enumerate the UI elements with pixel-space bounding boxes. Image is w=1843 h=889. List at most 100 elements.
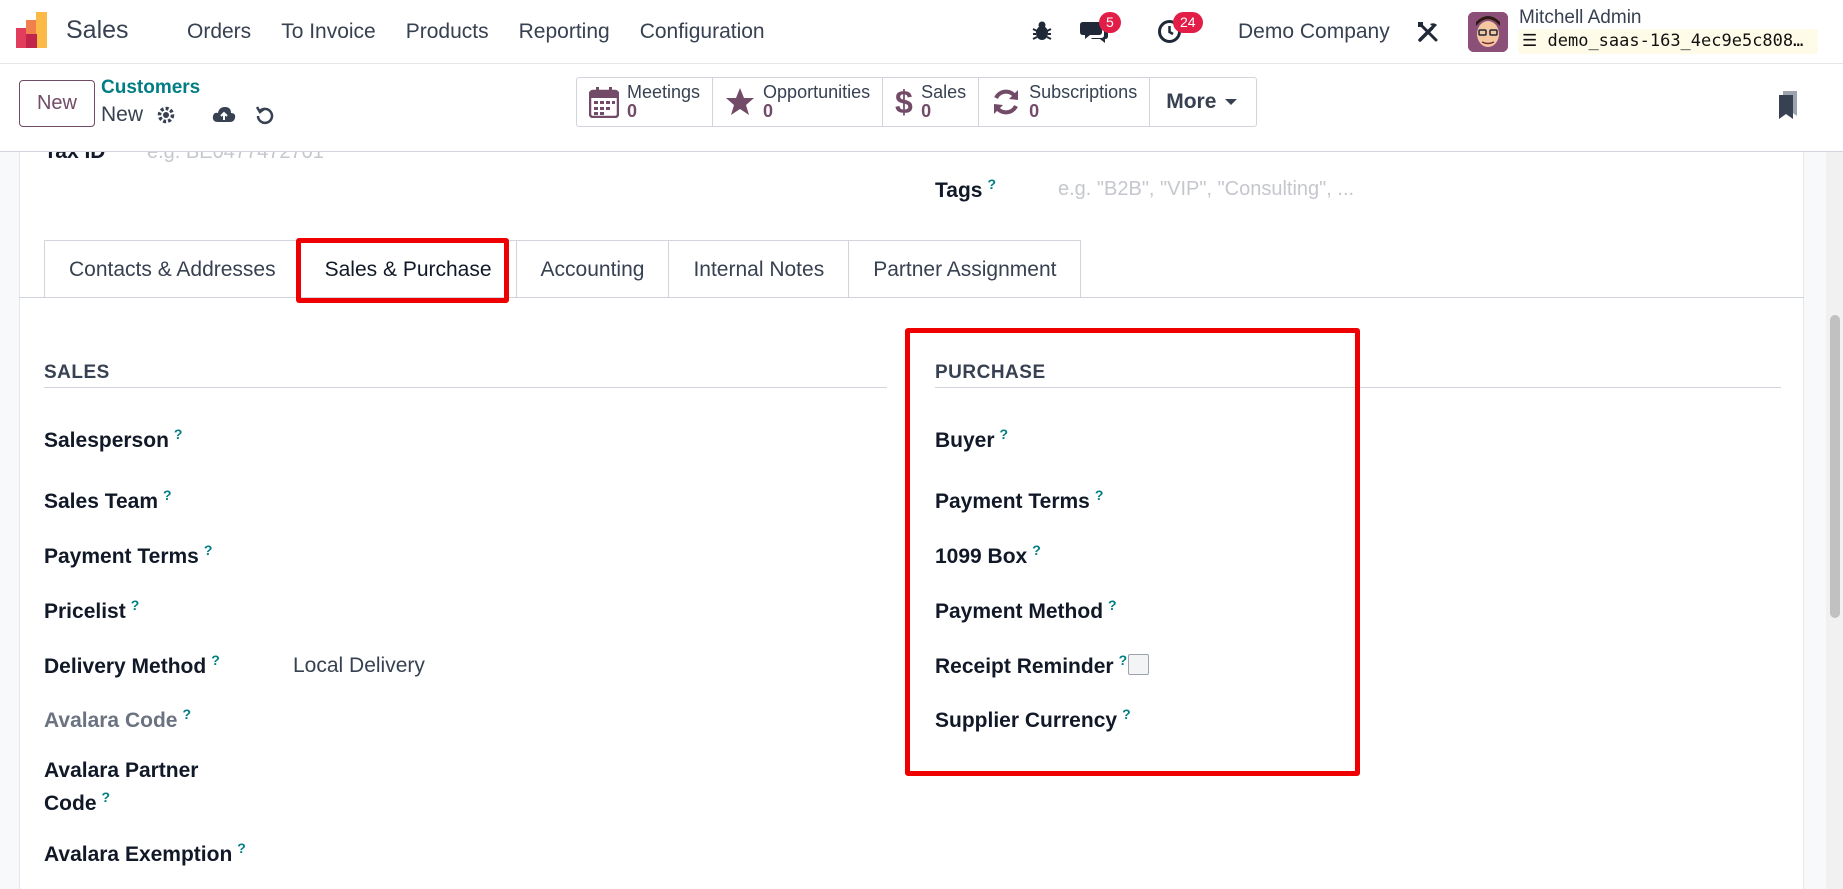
settings-tools-icon[interactable] — [1416, 20, 1440, 44]
breadcrumb-customers[interactable]: Customers — [101, 77, 200, 99]
field-avalara-code: Avalara Code? — [44, 706, 191, 733]
receipt-reminder-help-icon[interactable]: ? — [1119, 652, 1128, 668]
breadcrumb-current: New — [101, 103, 144, 126]
smart-label-subscriptions: Subscriptions — [1029, 82, 1138, 102]
tags-label: Tags? — [935, 176, 996, 203]
tax-id-input[interactable]: e.g. BE0477472701 — [147, 152, 324, 164]
smart-value-meetings: 0 — [627, 101, 638, 121]
field-1099-box[interactable]: 1099 Box? — [935, 542, 1041, 569]
avalara-exemption-help-icon[interactable]: ? — [237, 840, 246, 856]
smart-value-sales: 0 — [921, 101, 932, 121]
activities-badge: 24 — [1173, 12, 1203, 33]
tab-partner-assignment[interactable]: Partner Assignment — [848, 240, 1082, 298]
delivery-method-value[interactable]: Local Delivery — [293, 654, 425, 678]
app-name[interactable]: Sales — [66, 16, 129, 45]
field-buyer[interactable]: Buyer? — [935, 426, 1008, 453]
smart-value-opportunities: 0 — [763, 101, 774, 121]
tab-accounting[interactable]: Accounting — [515, 240, 670, 298]
new-record-button[interactable]: New — [19, 80, 95, 127]
box-1099-help-icon[interactable]: ? — [1032, 542, 1041, 558]
tab-sales-purchase[interactable]: Sales & Purchase — [299, 240, 517, 298]
avalara-partner-code-help-icon[interactable]: ? — [102, 789, 111, 805]
top-navbar: Sales Orders To Invoice Products Reporti… — [0, 0, 1843, 64]
receipt-reminder-label: Receipt Reminder — [935, 655, 1114, 678]
smart-buttons: Meetings 0 Opportunities 0 $ Sales 0 Sub… — [576, 77, 1258, 127]
more-label: More — [1166, 90, 1217, 113]
tab-contacts-addresses[interactable]: Contacts & Addresses — [44, 240, 301, 298]
avalara-partner-code-label: Code — [44, 792, 97, 815]
smart-button-meetings[interactable]: Meetings 0 — [577, 78, 714, 126]
field-payment-method[interactable]: Payment Method? — [935, 597, 1117, 624]
main-menu: Orders To Invoice Products Reporting Con… — [187, 20, 765, 44]
company-switcher[interactable]: Demo Company — [1238, 20, 1390, 44]
user-avatar[interactable] — [1468, 12, 1508, 52]
salesperson-help-icon[interactable]: ? — [174, 426, 183, 442]
smart-label-sales: Sales — [921, 82, 967, 102]
delivery-method-help-icon[interactable]: ? — [211, 652, 220, 668]
field-delivery-method[interactable]: Delivery Method? — [44, 652, 220, 679]
avalara-code-help-icon[interactable]: ? — [182, 706, 191, 722]
gear-icon[interactable] — [156, 105, 176, 125]
sales-payment-terms-help-icon[interactable]: ? — [204, 542, 213, 558]
scrollbar-thumb[interactable] — [1830, 315, 1840, 618]
smart-label-meetings: Meetings — [627, 82, 701, 102]
sales-section-rule — [44, 387, 887, 388]
notebook-tabs: Contacts & Addresses Sales & Purchase Ac… — [44, 240, 1082, 298]
tax-id-row-clip: Tax ID e.g. BE0477472701 — [0, 152, 1000, 168]
bookmark-icon[interactable] — [1778, 90, 1798, 120]
user-name[interactable]: Mitchell Admin — [1519, 7, 1642, 29]
purchase-payment-terms-label: Payment Terms — [935, 490, 1090, 513]
sales-payment-terms-label: Payment Terms — [44, 545, 199, 568]
field-avalara-exemption[interactable]: Avalara Exemption? — [44, 840, 246, 867]
field-pricelist[interactable]: Pricelist? — [44, 597, 139, 624]
tab-internal-notes[interactable]: Internal Notes — [668, 240, 850, 298]
field-supplier-currency[interactable]: Supplier Currency? — [935, 706, 1131, 733]
payment-method-help-icon[interactable]: ? — [1108, 597, 1117, 613]
vertical-scrollbar[interactable] — [1826, 152, 1843, 889]
pricelist-help-icon[interactable]: ? — [131, 597, 140, 613]
salesperson-label: Salesperson — [44, 429, 169, 452]
menu-orders[interactable]: Orders — [187, 20, 251, 44]
star-icon — [726, 88, 755, 115]
caret-down-icon — [1225, 99, 1238, 105]
user-avatar-icon — [1468, 12, 1508, 52]
delivery-method-label: Delivery Method — [44, 655, 207, 678]
supplier-currency-help-icon[interactable]: ? — [1122, 706, 1131, 722]
sales-team-label: Sales Team — [44, 490, 159, 513]
smart-button-opportunities[interactable]: Opportunities 0 — [713, 78, 884, 126]
field-avalara-partner-code-line1: Avalara Partner — [44, 759, 199, 782]
sales-app-logo-icon[interactable] — [16, 12, 52, 50]
svg-text:$: $ — [895, 85, 913, 119]
smart-button-sales[interactable]: $ Sales 0 — [883, 78, 980, 126]
purchase-payment-terms-help-icon[interactable]: ? — [1095, 487, 1104, 503]
sales-team-help-icon[interactable]: ? — [163, 487, 172, 503]
box-1099-label: 1099 Box — [935, 545, 1028, 568]
receipt-reminder-checkbox[interactable] — [1128, 654, 1149, 675]
tags-help-icon[interactable]: ? — [987, 176, 996, 192]
field-sales-team[interactable]: Sales Team? — [44, 487, 172, 514]
menu-products[interactable]: Products — [406, 20, 489, 44]
field-receipt-reminder: Receipt Reminder? — [935, 652, 1127, 679]
field-sales-payment-terms[interactable]: Payment Terms? — [44, 542, 212, 569]
more-dropdown-button[interactable]: More — [1150, 78, 1256, 126]
tax-id-label: Tax ID — [44, 152, 105, 164]
discard-undo-icon[interactable] — [255, 105, 275, 125]
tags-input[interactable]: e.g. "B2B", "VIP", "Consulting", ... — [1058, 178, 1354, 201]
buyer-help-icon[interactable]: ? — [1000, 426, 1009, 442]
calendar-icon — [589, 87, 619, 118]
purchase-section-title: PURCHASE — [935, 362, 1046, 383]
database-icon: ☰ — [1522, 31, 1538, 51]
debug-bug-icon[interactable] — [1031, 20, 1053, 42]
menu-configuration[interactable]: Configuration — [640, 20, 765, 44]
save-cloud-upload-icon[interactable] — [212, 105, 236, 125]
smart-value-subscriptions: 0 — [1029, 101, 1040, 121]
smart-button-subscriptions[interactable]: Subscriptions 0 — [979, 78, 1151, 126]
field-salesperson[interactable]: Salesperson? — [44, 426, 182, 453]
field-purchase-payment-terms[interactable]: Payment Terms? — [935, 487, 1103, 514]
database-label: demo_saas-163_4ec9e5c808… — [1547, 31, 1804, 51]
menu-to-invoice[interactable]: To Invoice — [281, 20, 376, 44]
smart-label-opportunities: Opportunities — [763, 82, 871, 102]
pricelist-label: Pricelist — [44, 600, 126, 623]
menu-reporting[interactable]: Reporting — [519, 20, 610, 44]
refresh-icon — [994, 89, 1019, 115]
